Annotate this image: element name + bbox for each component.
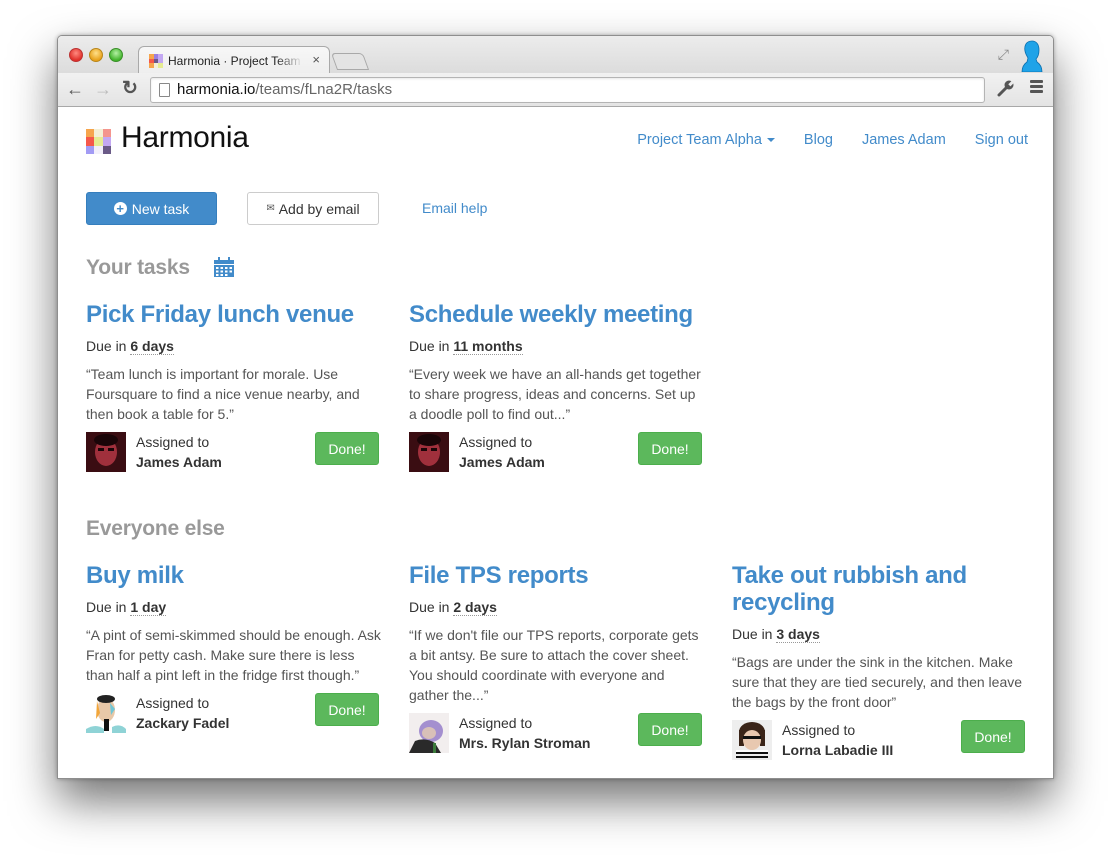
task-description: “A pint of semi-skimmed should be enough… xyxy=(86,627,381,683)
menu-hamburger-icon[interactable] xyxy=(1030,80,1043,95)
task-card: Schedule weekly meeting Due in 11 months… xyxy=(409,301,704,472)
address-bar[interactable]: harmonia.io/teams/fLna2R/tasks xyxy=(150,77,985,103)
page-content: Harmonia Project Team Alpha Blog James A… xyxy=(58,107,1053,778)
tab-close-icon[interactable]: × xyxy=(312,52,320,67)
browser-window: Harmonia · Project Team Alpha × ⤢ ← → ↻ … xyxy=(57,35,1054,779)
assigned-to-label: Assigned to xyxy=(459,715,533,731)
done-button[interactable]: Done! xyxy=(315,432,379,465)
browser-toolbar: ← → ↻ harmonia.io/teams/fLna2R/tasks xyxy=(58,73,1053,107)
envelope-icon: ✉ xyxy=(266,203,275,214)
done-button[interactable]: Done! xyxy=(638,713,702,746)
due-date: Due in 11 months xyxy=(409,338,523,355)
email-help-link[interactable]: Email help xyxy=(422,200,487,216)
due-date: Due in 1 day xyxy=(86,599,167,616)
logo-tile xyxy=(102,137,111,146)
due-value: 11 months xyxy=(453,338,523,355)
logo-tile xyxy=(94,129,103,138)
add-by-email-label: Add by email xyxy=(278,200,360,217)
avatar xyxy=(86,432,126,472)
logo-tile xyxy=(94,145,103,154)
logo-tile xyxy=(86,137,95,146)
due-date: Due in 2 days xyxy=(409,599,497,616)
harmonia-favicon-icon xyxy=(149,54,163,68)
assigned-to-label: Assigned to xyxy=(459,434,533,450)
assignee-block: Assigned to Mrs. Rylan Stroman Done! xyxy=(409,713,704,753)
task-description: “Team lunch is important for morale. Use… xyxy=(86,366,360,422)
logo-tile xyxy=(102,129,111,138)
assignee-name: Mrs. Rylan Stroman xyxy=(459,735,591,751)
tab-title: Harmonia · Project Team Alpha xyxy=(168,54,303,68)
logo-mark-icon xyxy=(86,129,111,154)
due-value: 2 days xyxy=(453,599,497,616)
new-task-button[interactable]: + New task xyxy=(86,192,217,225)
caret-down-icon xyxy=(766,138,775,143)
logo-tile xyxy=(86,129,95,138)
assignee-name: Zackary Fadel xyxy=(136,715,230,731)
task-title-link[interactable]: Take out rubbish and recycling xyxy=(732,562,1027,616)
done-button[interactable]: Done! xyxy=(961,720,1025,753)
task-title-link[interactable]: Pick Friday lunch venue xyxy=(86,301,381,328)
new-tab-button[interactable] xyxy=(330,53,370,70)
window-close-button[interactable] xyxy=(69,48,83,62)
avatar xyxy=(409,432,449,472)
new-task-label: New task xyxy=(131,200,190,217)
due-date: Due in 3 days xyxy=(732,626,820,643)
logo-tile xyxy=(86,145,95,154)
page-icon xyxy=(159,83,170,97)
assignee-block: Assigned to Lorna Labadie III Done! xyxy=(732,720,1027,760)
done-button[interactable]: Done! xyxy=(638,432,702,465)
assigned-to-label: Assigned to xyxy=(136,434,210,450)
nav-user-profile[interactable]: James Adam xyxy=(862,132,946,148)
wrench-icon[interactable] xyxy=(997,79,1015,102)
task-card: Pick Friday lunch venue Due in 6 days “T… xyxy=(86,301,381,472)
logo-tile xyxy=(94,137,103,146)
assignee-block: Assigned to Zackary Fadel Done! xyxy=(86,693,381,733)
logo-text: Harmonia xyxy=(121,121,249,154)
task-title-link[interactable]: Buy milk xyxy=(86,562,381,589)
nav-team-dropdown[interactable]: Project Team Alpha xyxy=(637,132,775,148)
add-by-email-button[interactable]: ✉ Add by email xyxy=(247,192,379,225)
task-description: “If we don't file our TPS reports, corpo… xyxy=(409,627,699,703)
url-text[interactable]: harmonia.io/teams/fLna2R/tasks xyxy=(177,81,392,98)
nav-sign-out[interactable]: Sign out xyxy=(975,132,1028,148)
calendar-icon[interactable] xyxy=(214,257,234,277)
task-description: “Bags are under the sink in the kitchen.… xyxy=(732,654,1023,710)
task-card: File TPS reports Due in 2 days “If we do… xyxy=(409,562,704,753)
task-card: Take out rubbish and recycling Due in 3 … xyxy=(732,562,1027,760)
avatar xyxy=(409,713,449,753)
due-value: 1 day xyxy=(130,599,167,616)
nav-blog[interactable]: Blog xyxy=(804,132,833,148)
everyone-else-heading: Everyone else xyxy=(86,517,225,540)
window-minimize-button[interactable] xyxy=(89,48,103,62)
task-title-link[interactable]: File TPS reports xyxy=(409,562,704,589)
logo-tile xyxy=(102,145,111,154)
due-value: 3 days xyxy=(776,626,820,643)
your-tasks-heading: Your tasks xyxy=(86,256,190,279)
profile-avatar-icon[interactable] xyxy=(1021,40,1043,72)
task-card: Buy milk Due in 1 day “A pint of semi-sk… xyxy=(86,562,381,733)
task-description: “Every week we have an all-hands get tog… xyxy=(409,366,701,422)
browser-titlebar: Harmonia · Project Team Alpha × ⤢ xyxy=(58,36,1053,74)
done-button[interactable]: Done! xyxy=(315,693,379,726)
avatar xyxy=(86,693,126,733)
assignee-name: James Adam xyxy=(136,454,222,470)
browser-tab-active[interactable]: Harmonia · Project Team Alpha × xyxy=(138,46,330,74)
window-zoom-button[interactable] xyxy=(109,48,123,62)
assignee-name: Lorna Labadie III xyxy=(782,742,894,758)
top-navigation: Project Team Alpha Blog James Adam Sign … xyxy=(608,132,1028,148)
assignee-block: Assigned to James Adam Done! xyxy=(86,432,381,472)
assigned-to-label: Assigned to xyxy=(136,695,210,711)
due-date: Due in 6 days xyxy=(86,338,174,355)
back-arrow-icon[interactable]: ← xyxy=(66,79,84,99)
due-value: 6 days xyxy=(130,338,174,355)
assignee-name: James Adam xyxy=(459,454,545,470)
avatar xyxy=(732,720,772,760)
task-title-link[interactable]: Schedule weekly meeting xyxy=(409,301,704,328)
forward-arrow-icon[interactable]: → xyxy=(94,79,112,99)
assigned-to-label: Assigned to xyxy=(782,722,856,738)
fullscreen-icon[interactable]: ⤢ xyxy=(998,46,1009,63)
assignee-block: Assigned to James Adam Done! xyxy=(409,432,704,472)
reload-icon[interactable]: ↻ xyxy=(122,79,138,99)
plus-circle-icon: + xyxy=(113,202,127,215)
